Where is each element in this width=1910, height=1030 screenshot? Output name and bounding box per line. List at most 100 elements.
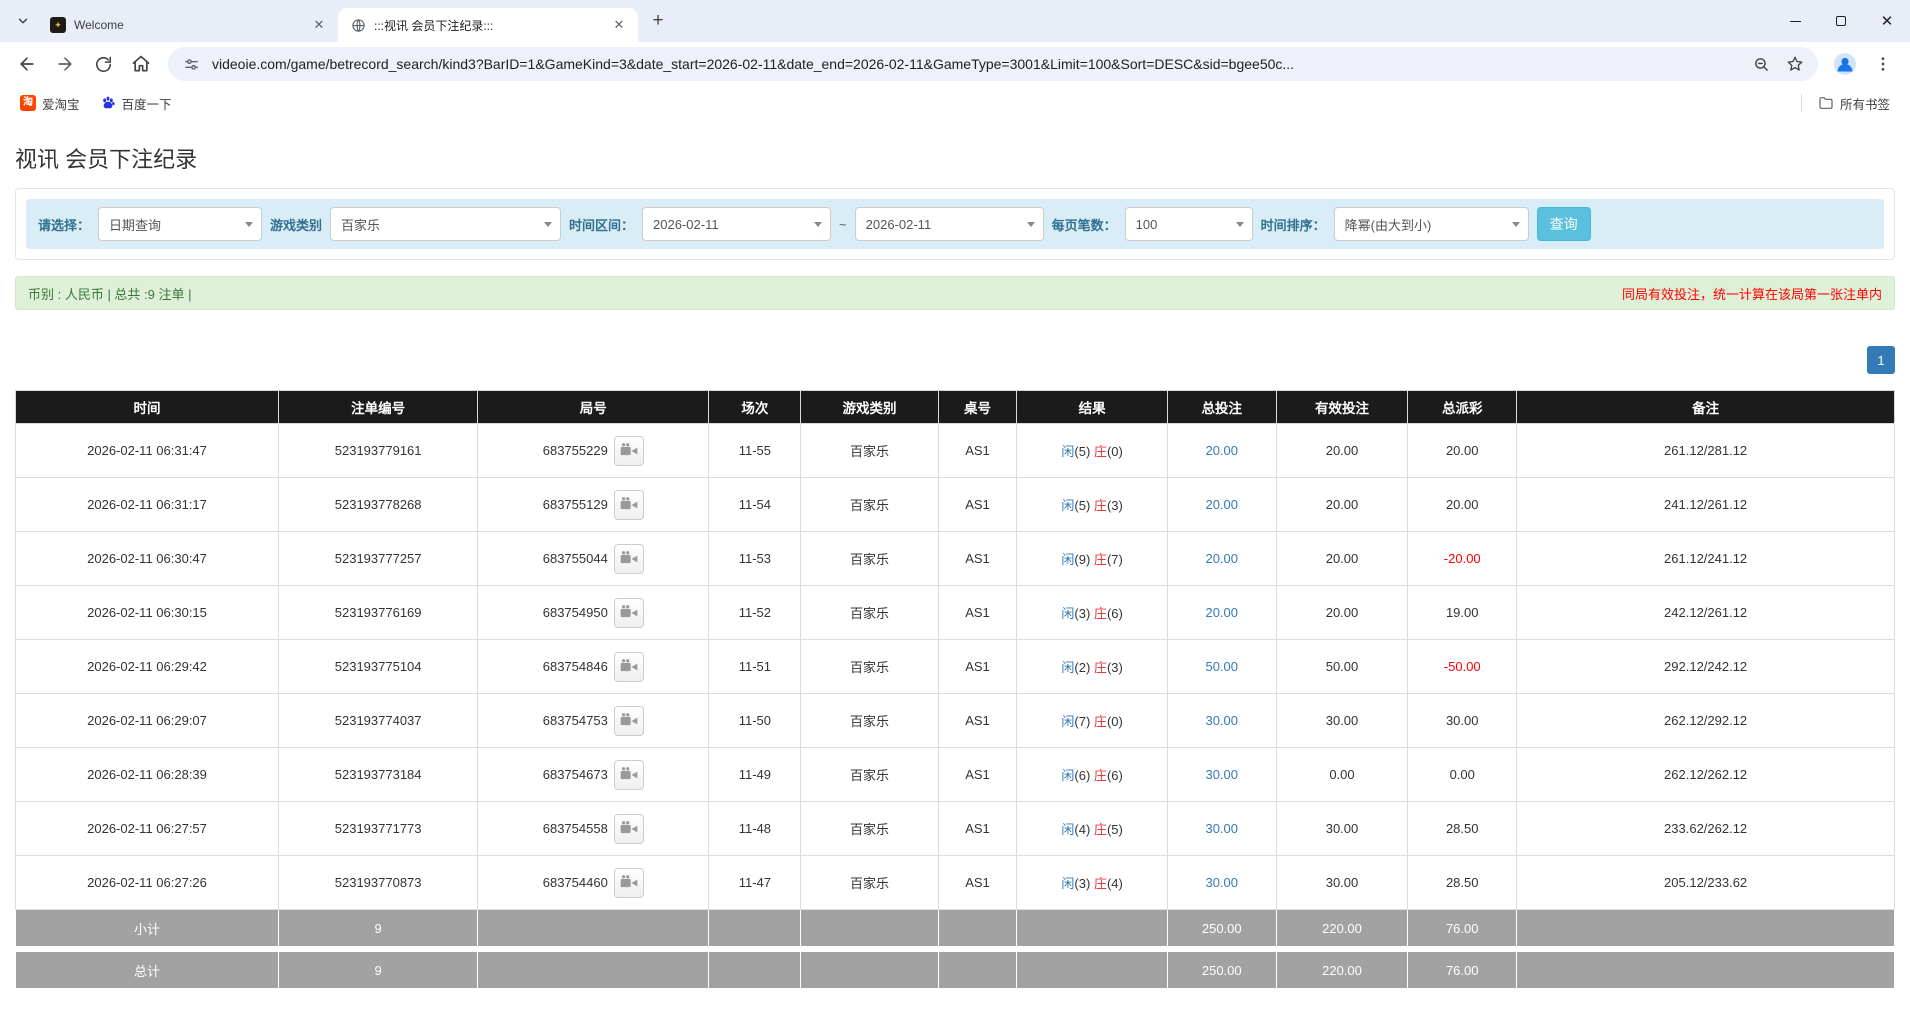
maximize-button[interactable] — [1818, 0, 1864, 42]
all-bookmarks-button[interactable]: 所有书签 — [1810, 90, 1898, 117]
close-tab-icon[interactable]: ✕ — [310, 16, 328, 34]
video-replay-button[interactable] — [614, 868, 644, 898]
video-replay-button[interactable] — [614, 760, 644, 790]
subtotal-label: 小计 — [16, 910, 279, 947]
header-session: 场次 — [709, 391, 801, 424]
cell-payout: 19.00 — [1408, 586, 1517, 640]
cell-bet-id: 523193774037 — [279, 694, 478, 748]
tab-strip: ✦ Welcome ✕ :::视讯 会员下注纪录::: ✕ + ✕ — [0, 0, 1910, 42]
header-result: 结果 — [1017, 391, 1167, 424]
reload-button[interactable] — [86, 47, 120, 81]
cell-game: 百家乐 — [801, 424, 938, 478]
cell-time: 2026-02-11 06:29:42 — [16, 640, 279, 694]
cell-payout: 30.00 — [1408, 694, 1517, 748]
total-count: 9 — [279, 952, 478, 989]
page-1-button[interactable]: 1 — [1867, 346, 1895, 374]
cell-bet-id: 523193776169 — [279, 586, 478, 640]
bookmark-star-icon[interactable] — [1782, 51, 1808, 77]
maximize-icon — [1836, 16, 1846, 26]
total-total-bet: 250.00 — [1167, 952, 1276, 989]
sort-label: 时间排序： — [1261, 215, 1326, 234]
cell-remark: 241.12/261.12 — [1517, 478, 1895, 532]
cell-valid-bet: 0.00 — [1276, 748, 1408, 802]
tab-search-button[interactable] — [8, 6, 38, 36]
home-button[interactable] — [124, 47, 158, 81]
game-kind-select[interactable]: 百家乐 — [330, 207, 561, 241]
cell-total-bet-link[interactable]: 30.00 — [1205, 821, 1238, 836]
cell-total-bet-link[interactable]: 30.00 — [1205, 767, 1238, 782]
cell-session: 11-53 — [709, 532, 801, 586]
tab-betrecord[interactable]: :::视讯 会员下注纪录::: ✕ — [338, 8, 638, 42]
site-settings-icon[interactable] — [178, 51, 204, 77]
total-label: 总计 — [16, 952, 279, 989]
cell-valid-bet: 30.00 — [1276, 802, 1408, 856]
menu-button[interactable] — [1866, 47, 1900, 81]
valid-bet-notice-text: 同局有效投注，统一计算在该局第一张注单内 — [1622, 284, 1882, 303]
cell-total-bet-link[interactable]: 20.00 — [1205, 497, 1238, 512]
video-replay-button[interactable] — [614, 706, 644, 736]
minimize-button[interactable] — [1772, 0, 1818, 42]
back-button[interactable] — [10, 47, 44, 81]
tab-welcome[interactable]: ✦ Welcome ✕ — [38, 8, 338, 42]
cell-total-bet-link[interactable]: 20.00 — [1205, 605, 1238, 620]
cell-round: 683754950 — [543, 605, 608, 620]
search-button[interactable]: 查询 — [1537, 207, 1591, 241]
cell-valid-bet: 20.00 — [1276, 424, 1408, 478]
subtotal-valid-bet: 220.00 — [1276, 910, 1408, 947]
video-replay-button[interactable] — [614, 814, 644, 844]
cell-payout: -50.00 — [1408, 640, 1517, 694]
cell-total-bet-link[interactable]: 50.00 — [1205, 659, 1238, 674]
tab-title: :::视讯 会员下注纪录::: — [374, 17, 602, 34]
currency-total-text: 币别 : 人民币 | 总共 :9 注单 | — [28, 284, 192, 303]
bookmark-aitaobao[interactable]: 淘 爱淘宝 — [12, 90, 88, 117]
new-tab-button[interactable]: + — [644, 7, 672, 35]
table-row: 2026-02-11 06:29:07 523193774037 6837547… — [16, 694, 1895, 748]
cell-result: 闲(2) 庄(3) — [1017, 640, 1167, 694]
video-replay-button[interactable] — [614, 544, 644, 574]
chevron-down-icon — [1512, 222, 1520, 227]
query-type-select[interactable]: 日期查询 — [98, 207, 262, 241]
bookmarks-divider — [1801, 94, 1802, 112]
bookmark-baidu[interactable]: 百度一下 — [92, 90, 180, 117]
video-replay-button[interactable] — [614, 598, 644, 628]
url-text: videoie.com/game/betrecord_search/kind3?… — [212, 56, 1740, 72]
cell-table-no: AS1 — [938, 586, 1017, 640]
subtotal-payout: 76.00 — [1408, 910, 1517, 947]
tab-title: Welcome — [74, 18, 302, 32]
date-start-select[interactable]: 2026-02-11 — [642, 207, 831, 241]
cell-game: 百家乐 — [801, 694, 938, 748]
bookmark-label: 百度一下 — [122, 94, 172, 113]
cell-total-bet-link[interactable]: 30.00 — [1205, 875, 1238, 890]
table-row: 2026-02-11 06:30:47 523193777257 6837550… — [16, 532, 1895, 586]
cell-total-bet-link[interactable]: 20.00 — [1205, 551, 1238, 566]
sort-select[interactable]: 降幂(由大到小) — [1334, 207, 1529, 241]
close-tab-icon[interactable]: ✕ — [610, 16, 628, 34]
summary-bar: 币别 : 人民币 | 总共 :9 注单 | 同局有效投注，统一计算在该局第一张注… — [15, 276, 1895, 310]
kebab-menu-icon — [1874, 55, 1892, 73]
forward-button[interactable] — [48, 47, 82, 81]
cell-session: 11-55 — [709, 424, 801, 478]
date-end-select[interactable]: 2026-02-11 — [855, 207, 1044, 241]
bookmarks-bar: 淘 爱淘宝 百度一下 所有书签 — [0, 86, 1910, 120]
cell-time: 2026-02-11 06:30:15 — [16, 586, 279, 640]
video-replay-button[interactable] — [614, 436, 644, 466]
close-window-button[interactable]: ✕ — [1864, 0, 1910, 42]
cell-valid-bet: 50.00 — [1276, 640, 1408, 694]
filter-bar: 请选择： 日期查询 游戏类别 百家乐 时间区间： 2026-02-11 ~ 20… — [26, 199, 1884, 249]
profile-avatar[interactable] — [1828, 47, 1862, 81]
video-replay-button[interactable] — [614, 490, 644, 520]
zoom-icon[interactable] — [1748, 51, 1774, 77]
cell-payout: 28.50 — [1408, 856, 1517, 910]
chevron-down-icon — [1236, 222, 1244, 227]
cell-round: 683755229 — [543, 443, 608, 458]
cell-total-bet-link[interactable]: 20.00 — [1205, 443, 1238, 458]
per-page-select[interactable]: 100 — [1125, 207, 1253, 241]
header-table-no: 桌号 — [938, 391, 1017, 424]
cell-table-no: AS1 — [938, 802, 1017, 856]
cell-result: 闲(5) 庄(3) — [1017, 478, 1167, 532]
address-bar[interactable]: videoie.com/game/betrecord_search/kind3?… — [168, 47, 1818, 81]
video-replay-button[interactable] — [614, 652, 644, 682]
video-icon — [619, 765, 639, 785]
cell-total-bet-link[interactable]: 30.00 — [1205, 713, 1238, 728]
cell-time: 2026-02-11 06:31:17 — [16, 478, 279, 532]
